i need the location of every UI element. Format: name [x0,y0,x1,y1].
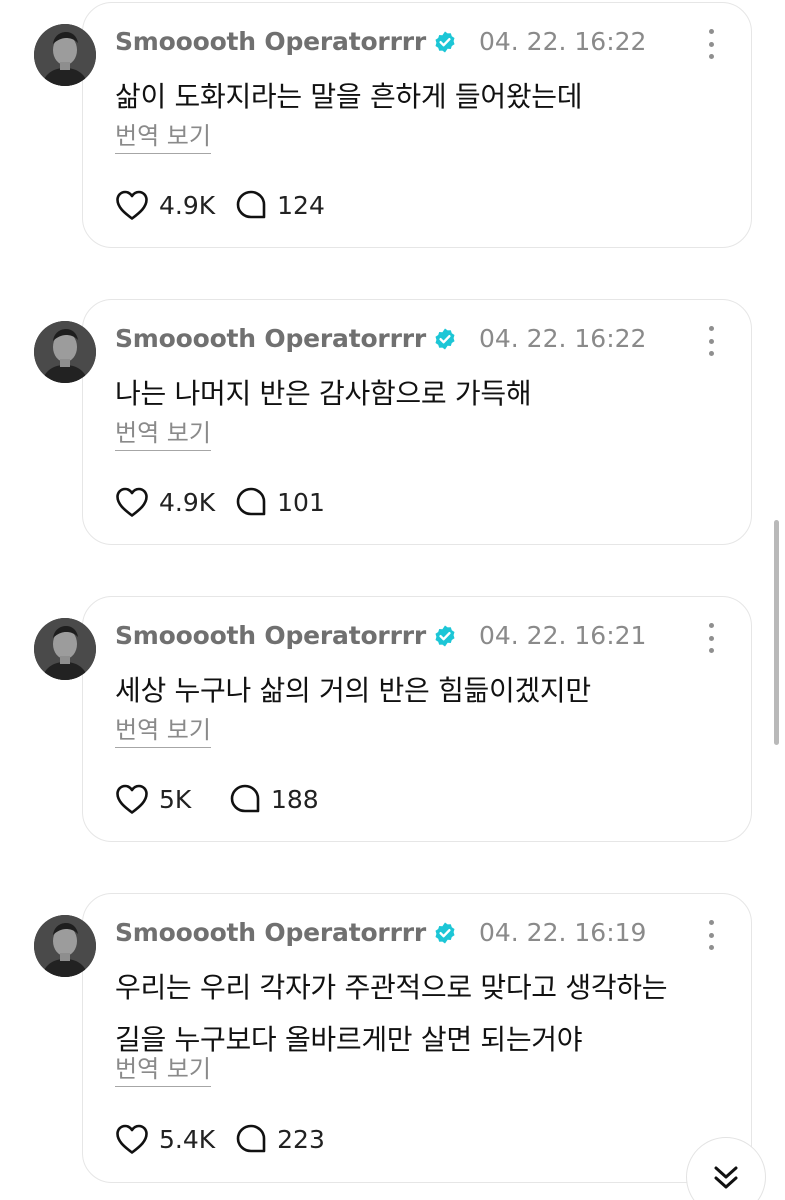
translate-link[interactable]: 번역 보기 [115,715,211,748]
post-card[interactable]: Smooooth Operatorrrr 04. 22. 16:22 나는 나머… [82,299,752,545]
heart-icon [115,486,149,518]
post-meta: Smooooth Operatorrrr 04. 22. 16:22 [115,324,646,353]
reply-count: 188 [271,784,319,814]
comment-bubble-icon [235,1123,267,1155]
reply-count: 101 [277,487,325,517]
like-button[interactable]: 5.4K [115,1123,215,1155]
post: Smooooth Operatorrrr 04. 22. 16:19 우리는 우… [0,893,785,1193]
comment-bubble-icon [235,486,267,518]
post-text: 우리는 우리 각자가 주관적으로 맞다고 생각하는 길을 누구보다 올바르게만 … [115,962,715,1066]
translate-link[interactable]: 번역 보기 [115,1054,211,1087]
post-text-line: 우리는 우리 각자가 주관적으로 맞다고 생각하는 [115,971,668,1004]
like-button[interactable]: 5K [115,783,209,815]
post-timestamp: 04. 22. 16:21 [478,621,647,650]
post-text-line: 삶이 도화지라는 말을 흔하게 들어왔는데 [115,80,583,113]
double-chevron-down-icon [710,1162,742,1194]
post-text-line: 나는 나머지 반은 감사함으로 가득해 [115,377,532,410]
post-actions: 4.9K 101 [115,486,345,518]
verified-badge-icon [433,921,457,945]
post-meta: Smooooth Operatorrrr 04. 22. 16:21 [115,621,646,650]
post: Smooooth Operatorrrr 04. 22. 16:21 세상 누구… [0,596,785,856]
heart-icon [115,1123,149,1155]
reply-count: 124 [277,190,325,220]
verified-badge-icon [433,624,457,648]
heart-icon [115,189,149,221]
more-vertical-icon[interactable] [701,29,721,59]
username[interactable]: Smooooth Operatorrrr [115,324,426,353]
like-count: 5.4K [159,1124,216,1154]
reply-button[interactable]: 101 [235,486,325,518]
post-text: 세상 누구나 삶의 거의 반은 힘듦이겠지만 [115,665,715,717]
threads-feed: Smooooth Operatorrrr 04. 22. 16:22 삶이 도화… [0,0,785,1200]
reply-button[interactable]: 223 [235,1123,325,1155]
reply-button[interactable]: 124 [235,189,325,221]
post-meta: Smooooth Operatorrrr 04. 22. 16:22 [115,27,646,56]
post-card[interactable]: Smooooth Operatorrrr 04. 22. 16:19 우리는 우… [82,893,752,1183]
like-count: 4.9K [159,487,216,517]
like-count: 5K [159,784,192,814]
avatar[interactable] [34,618,96,680]
post: Smooooth Operatorrrr 04. 22. 16:22 삶이 도화… [0,2,785,262]
post-timestamp: 04. 22. 16:19 [478,918,647,947]
username[interactable]: Smooooth Operatorrrr [115,27,426,56]
translate-link[interactable]: 번역 보기 [115,418,211,451]
post-meta: Smooooth Operatorrrr 04. 22. 16:19 [115,918,646,947]
like-count: 4.9K [159,190,216,220]
post-actions: 5.4K 223 [115,1123,345,1155]
avatar[interactable] [34,321,96,383]
more-vertical-icon[interactable] [701,920,721,950]
post-text-line: 세상 누구나 삶의 거의 반은 힘듦이겠지만 [115,674,591,707]
post: Smooooth Operatorrrr 04. 22. 16:22 나는 나머… [0,299,785,559]
avatar[interactable] [34,24,96,86]
post-card[interactable]: Smooooth Operatorrrr 04. 22. 16:22 삶이 도화… [82,2,752,248]
avatar[interactable] [34,915,96,977]
verified-badge-icon [433,327,457,351]
reply-button[interactable]: 188 [229,783,319,815]
more-vertical-icon[interactable] [701,623,721,653]
post-timestamp: 04. 22. 16:22 [478,324,647,353]
post-card[interactable]: Smooooth Operatorrrr 04. 22. 16:21 세상 누구… [82,596,752,842]
like-button[interactable]: 4.9K [115,189,215,221]
reply-count: 223 [277,1124,325,1154]
post-actions: 5K 188 [115,783,339,815]
verified-badge-icon [433,30,457,54]
comment-bubble-icon [235,189,267,221]
username[interactable]: Smooooth Operatorrrr [115,918,426,947]
scrollbar-thumb[interactable] [774,520,779,745]
more-vertical-icon[interactable] [701,326,721,356]
translate-link[interactable]: 번역 보기 [115,121,211,154]
comment-bubble-icon [229,783,261,815]
post-text: 삶이 도화지라는 말을 흔하게 들어왔는데 [115,71,715,123]
username[interactable]: Smooooth Operatorrrr [115,621,426,650]
heart-icon [115,783,149,815]
like-button[interactable]: 4.9K [115,486,215,518]
post-actions: 4.9K 124 [115,189,345,221]
post-text: 나는 나머지 반은 감사함으로 가득해 [115,368,715,420]
post-timestamp: 04. 22. 16:22 [478,27,647,56]
